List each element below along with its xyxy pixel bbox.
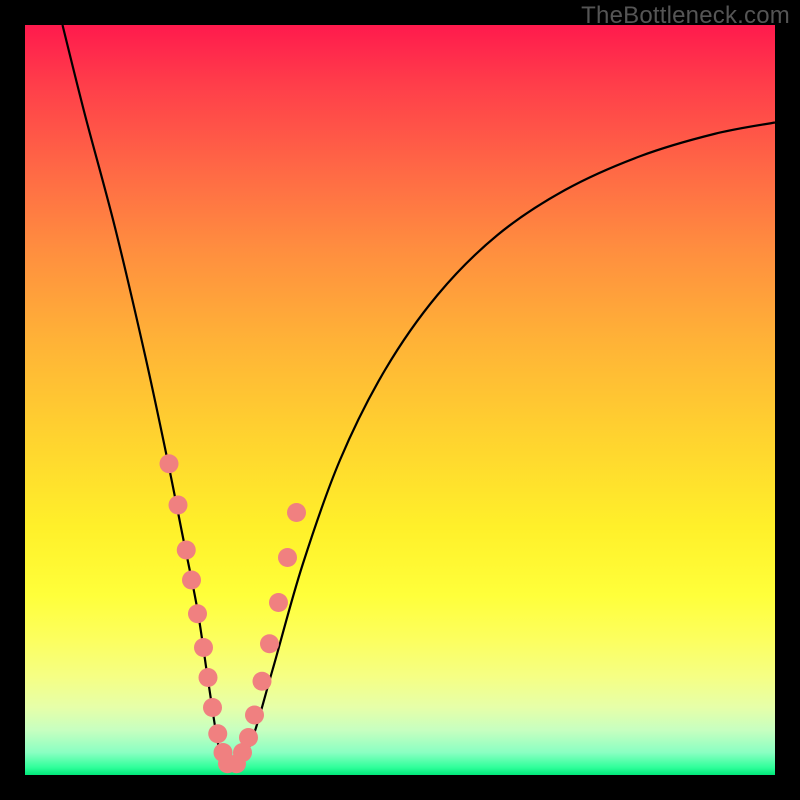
watermark-text: TheBottleneck.com bbox=[581, 2, 790, 30]
data-point-marker bbox=[182, 571, 201, 590]
chart-svg bbox=[25, 25, 775, 775]
data-point-marker bbox=[269, 593, 288, 612]
data-point-marker bbox=[160, 454, 179, 473]
data-point-marker bbox=[260, 634, 279, 653]
chart-plot-area bbox=[25, 25, 775, 775]
data-point-marker bbox=[245, 706, 264, 725]
data-point-marker bbox=[253, 672, 272, 691]
data-point-marker bbox=[194, 638, 213, 657]
data-point-marker bbox=[278, 548, 297, 567]
data-point-marker bbox=[203, 698, 222, 717]
data-point-marker bbox=[188, 604, 207, 623]
bottleneck-curve bbox=[63, 25, 776, 768]
left-branch-dots bbox=[160, 454, 238, 773]
data-point-marker bbox=[177, 541, 196, 560]
data-point-marker bbox=[239, 728, 258, 747]
right-branch-dots bbox=[227, 503, 306, 773]
data-point-marker bbox=[208, 724, 227, 743]
chart-frame: TheBottleneck.com bbox=[0, 0, 800, 800]
data-point-marker bbox=[199, 668, 218, 687]
data-point-marker bbox=[169, 496, 188, 515]
data-point-marker bbox=[287, 503, 306, 522]
